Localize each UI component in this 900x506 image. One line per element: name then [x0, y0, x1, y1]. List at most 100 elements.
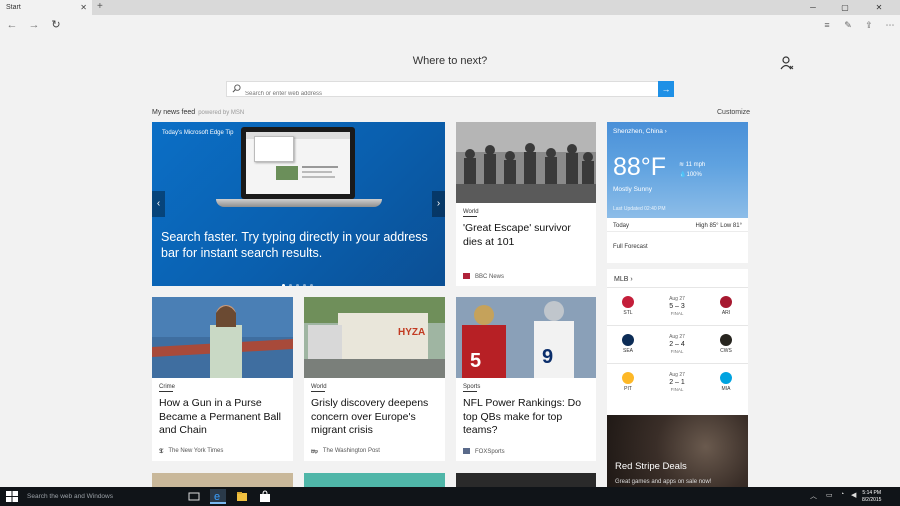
carousel-next-button[interactable]: › [432, 191, 445, 217]
home-team: SEA [617, 334, 639, 354]
back-button[interactable]: ← [3, 16, 21, 34]
page-title: Where to next? [412, 55, 488, 67]
weather-high-low: High 85° Low 81° [695, 223, 743, 229]
mlb-title[interactable]: MLB › [614, 276, 633, 283]
refresh-button[interactable]: ↻ [47, 16, 65, 34]
tip-title: Today's Microsoft Edge Tip [162, 130, 234, 136]
search-input[interactable] [227, 87, 627, 101]
carousel-dots [282, 274, 317, 286]
ad-card[interactable]: Red Stripe Deals Great games and apps on… [607, 415, 748, 487]
search-go-button[interactable]: → [658, 81, 674, 97]
team-logo-icon [622, 372, 634, 384]
news-card[interactable]: Crime How a Gun in a Purse Became a Perm… [152, 297, 293, 461]
home-team: STL [617, 296, 639, 316]
weather-today: Today [613, 223, 630, 229]
search-icon [232, 84, 241, 93]
wifi-icon[interactable]: ◔ [840, 491, 844, 498]
news-card[interactable]: World 'Great Escape' survivor dies at 10… [456, 122, 596, 286]
taskbar: Search the web and Windows e ︿ ▭ ◔ ◀ 5:1… [0, 487, 900, 506]
game-info: Aug 27 2 – 4 FINAL [652, 334, 702, 354]
news-category: Crime [159, 384, 175, 390]
game-date: Aug 27 [669, 372, 685, 378]
bbc-logo-icon [463, 273, 470, 279]
carousel-dot[interactable] [282, 284, 285, 286]
file-explorer-icon[interactable] [234, 489, 250, 504]
mlb-game-row[interactable]: SEA Aug 27 2 – 4 FINAL CWS [607, 325, 748, 363]
hub-icon[interactable]: ≡ [819, 17, 835, 33]
weather-details: ≋ 11 mph 💧100% [679, 162, 706, 178]
share-icon[interactable]: ⇪ [861, 17, 877, 33]
news-headline[interactable]: Grisly discovery deepens concern over Eu… [311, 397, 439, 438]
game-score: 2 – 4 [669, 341, 685, 348]
game-info: Aug 27 5 – 3 FINAL [652, 296, 702, 316]
maximize-button[interactable]: ▢ [832, 0, 858, 15]
close-window-button[interactable]: ✕ [866, 0, 892, 15]
game-date: Aug 27 [669, 296, 685, 302]
carousel-dot[interactable] [303, 284, 306, 286]
carousel-dot[interactable] [289, 284, 292, 286]
weather-forecast-card: Full Forecast [607, 231, 748, 263]
weather-condition: Mostly Sunny [613, 186, 653, 193]
clock-time: 5:14 PM [862, 490, 882, 496]
foxsports-logo-icon [463, 448, 470, 454]
mlb-game-row[interactable]: STL Aug 27 5 – 3 FINAL ARI [607, 287, 748, 325]
tab-start[interactable]: Start ✕ [0, 0, 92, 15]
away-team: ARI [715, 296, 737, 316]
game-score: 5 – 3 [669, 303, 685, 310]
carousel-dot[interactable] [310, 284, 313, 286]
full-forecast-link[interactable]: Full Forecast [613, 244, 648, 250]
tray-chevron-icon[interactable]: ︿ [810, 491, 817, 501]
minimize-button[interactable]: ─ [800, 0, 826, 15]
task-view-icon[interactable] [186, 489, 202, 504]
tab-close-icon[interactable]: ✕ [80, 0, 87, 15]
edge-tip-card[interactable]: Today's Microsoft Edge Tip ‹ › Search fa… [152, 122, 445, 286]
start-page: Where to next? → My news feedpowered by … [0, 35, 900, 487]
new-tab-button[interactable]: + [97, 0, 103, 14]
feed-header: My news feed powered by MSN [152, 109, 244, 116]
game-status: FINAL [670, 311, 684, 316]
news-headline[interactable]: How a Gun in a Purse Became a Permanent … [159, 397, 287, 438]
taskbar-search[interactable]: Search the web and Windows [27, 487, 113, 506]
weather-city[interactable]: Shenzhen, China › [613, 128, 667, 135]
game-status: FINAL [670, 387, 684, 392]
team-logo-icon [622, 334, 634, 346]
wapo-logo-icon: 𝔴𝔭 [311, 449, 318, 455]
news-image: HYZA [304, 297, 445, 378]
wind-icon: ≋ [679, 162, 686, 168]
weather-updated: Last Updated 02:40 PM [613, 206, 666, 212]
edge-icon[interactable]: e [210, 489, 226, 504]
taskbar-clock[interactable]: 5:14 PM 8/2/2015 [862, 490, 881, 504]
news-source: FOXSports [463, 448, 505, 455]
volume-icon[interactable]: ◀ [851, 491, 856, 499]
powered-by: powered by MSN [198, 110, 245, 116]
nav-bar: ← → ↻ ≡ ✎ ⇪ ⋯ [0, 15, 900, 35]
mlb-game-row[interactable]: PIT Aug 27 2 – 1 FINAL MIA [607, 363, 748, 401]
news-card-partial[interactable] [304, 473, 445, 487]
more-icon[interactable]: ⋯ [882, 17, 898, 33]
weather-card[interactable]: Shenzhen, China › 88°F ≋ 11 mph 💧100% Mo… [607, 122, 748, 231]
windows-start-icon[interactable] [6, 491, 18, 502]
news-card[interactable]: 5 9 Sports NFL Power Rankings: Do top QB… [456, 297, 596, 461]
svg-text:HYZA: HYZA [398, 327, 425, 338]
tab-bar: Start ✕ + ─ ▢ ✕ [0, 0, 900, 15]
web-note-icon[interactable]: ✎ [840, 17, 856, 33]
notification-icon[interactable]: ▭ [826, 491, 833, 499]
news-card[interactable]: HYZA World Grisly discovery deepens conc… [304, 297, 445, 461]
store-icon[interactable] [257, 489, 273, 504]
carousel-prev-button[interactable]: ‹ [152, 191, 165, 217]
svg-text:5: 5 [470, 350, 481, 372]
news-image [456, 122, 596, 203]
user-icon[interactable] [779, 55, 795, 71]
news-headline[interactable]: NFL Power Rankings: Do top QBs make for … [463, 397, 590, 438]
forward-button[interactable]: → [25, 16, 43, 34]
customize-link[interactable]: Customize [717, 109, 750, 116]
news-category: World [311, 384, 327, 390]
carousel-dot[interactable] [296, 284, 299, 286]
away-team: MIA [715, 372, 737, 392]
news-card-partial[interactable] [152, 473, 293, 487]
news-headline[interactable]: 'Great Escape' survivor dies at 101 [463, 222, 590, 249]
game-date: Aug 27 [669, 334, 685, 340]
news-card-partial[interactable] [456, 473, 596, 487]
ad-title: Red Stripe Deals [615, 461, 687, 472]
game-status: FINAL [670, 349, 684, 354]
